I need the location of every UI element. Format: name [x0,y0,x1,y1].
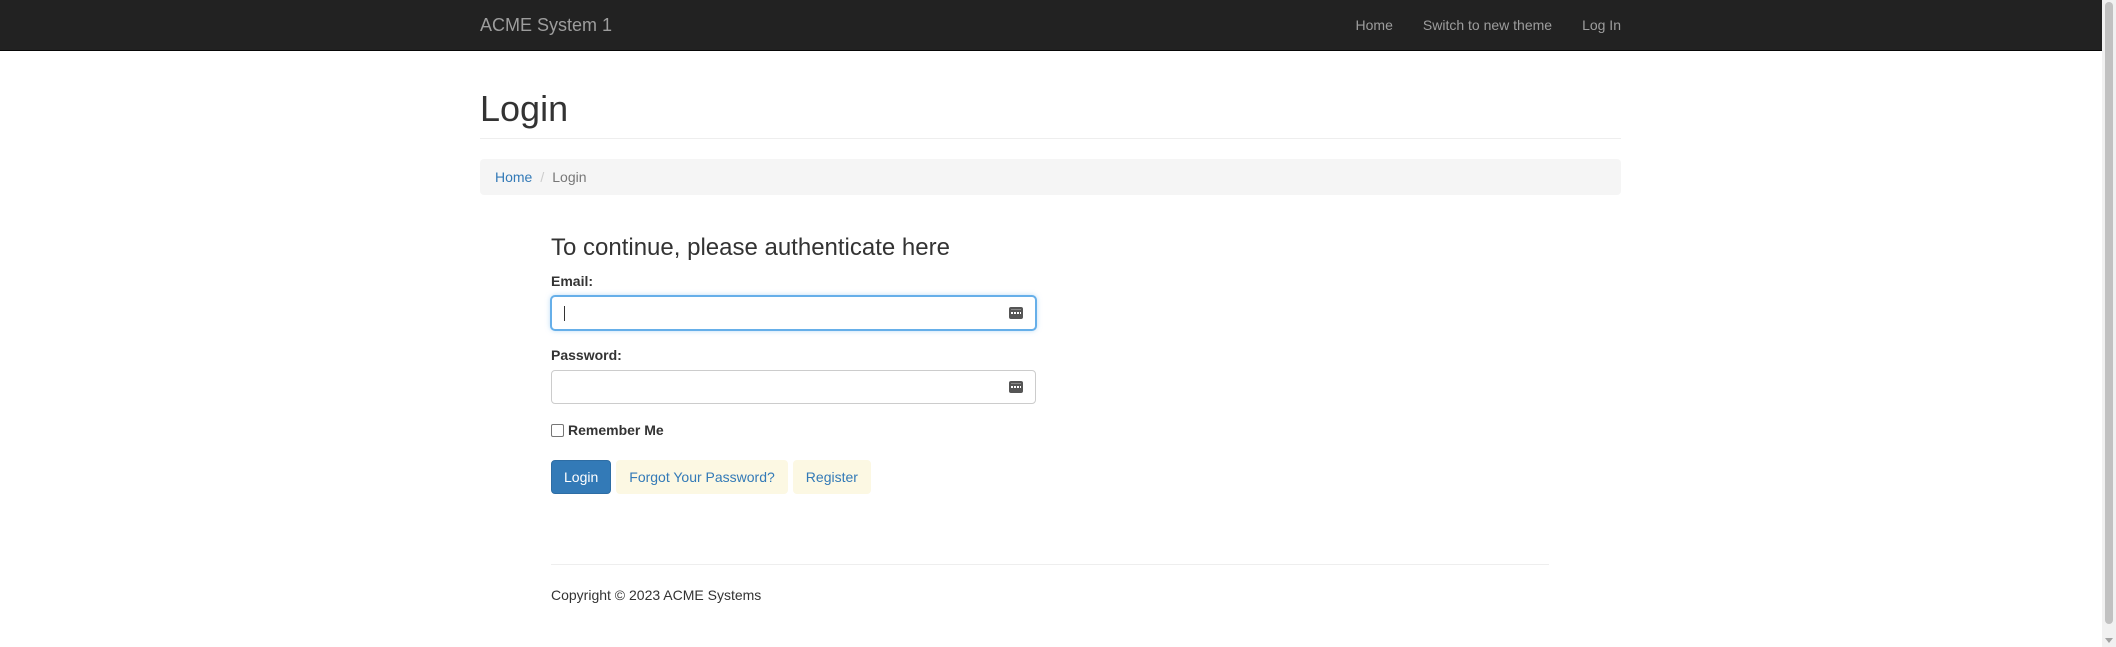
page-header: Login [480,88,1621,139]
nav-links: Home Switch to new theme Log In [1326,17,1621,33]
remember-me-label[interactable]: Remember Me [568,422,664,438]
brand-link[interactable]: ACME System 1 [480,15,612,36]
form-buttons: Login Forgot Your Password? Register [551,460,876,494]
nav-home-link[interactable]: Home [1356,17,1393,33]
remember-me-row: Remember Me [551,422,664,438]
password-field-wrapper [551,370,1036,404]
nav-switch-theme-link[interactable]: Switch to new theme [1423,17,1552,33]
breadcrumb-home-link[interactable]: Home [495,169,532,185]
text-cursor [564,306,565,321]
register-button[interactable]: Register [792,460,871,494]
footer-copyright: Copyright © 2023 ACME Systems [551,587,762,603]
scrollbar-thumb[interactable] [2105,2,2113,624]
email-field-wrapper [551,296,1036,330]
breadcrumb-separator: / [540,169,545,185]
remember-me-checkbox[interactable] [551,423,564,437]
form-heading: To continue, please authenticate here [551,234,950,261]
nav-login-link[interactable]: Log In [1582,17,1621,33]
login-button[interactable]: Login [551,460,612,494]
footer-divider [551,564,1549,565]
login-form-heading-area: To continue, please authenticate here [551,233,950,263]
breadcrumb: Home / Login [480,159,1621,195]
email-label: Email: [551,273,594,289]
top-navbar: ACME System 1 Home Switch to new theme L… [0,0,2102,51]
autofill-key-icon[interactable] [1009,307,1023,319]
scroll-down-arrow-icon[interactable] [2105,638,2113,643]
password-field[interactable] [552,371,992,403]
password-label: Password: [551,347,622,363]
page-title: Login [480,88,569,129]
breadcrumb-current: Login [552,169,587,185]
forgot-password-button[interactable]: Forgot Your Password? [616,460,788,494]
autofill-key-icon[interactable] [1009,381,1023,393]
page-scrollbar[interactable] [2102,0,2116,647]
email-field[interactable] [552,297,992,329]
